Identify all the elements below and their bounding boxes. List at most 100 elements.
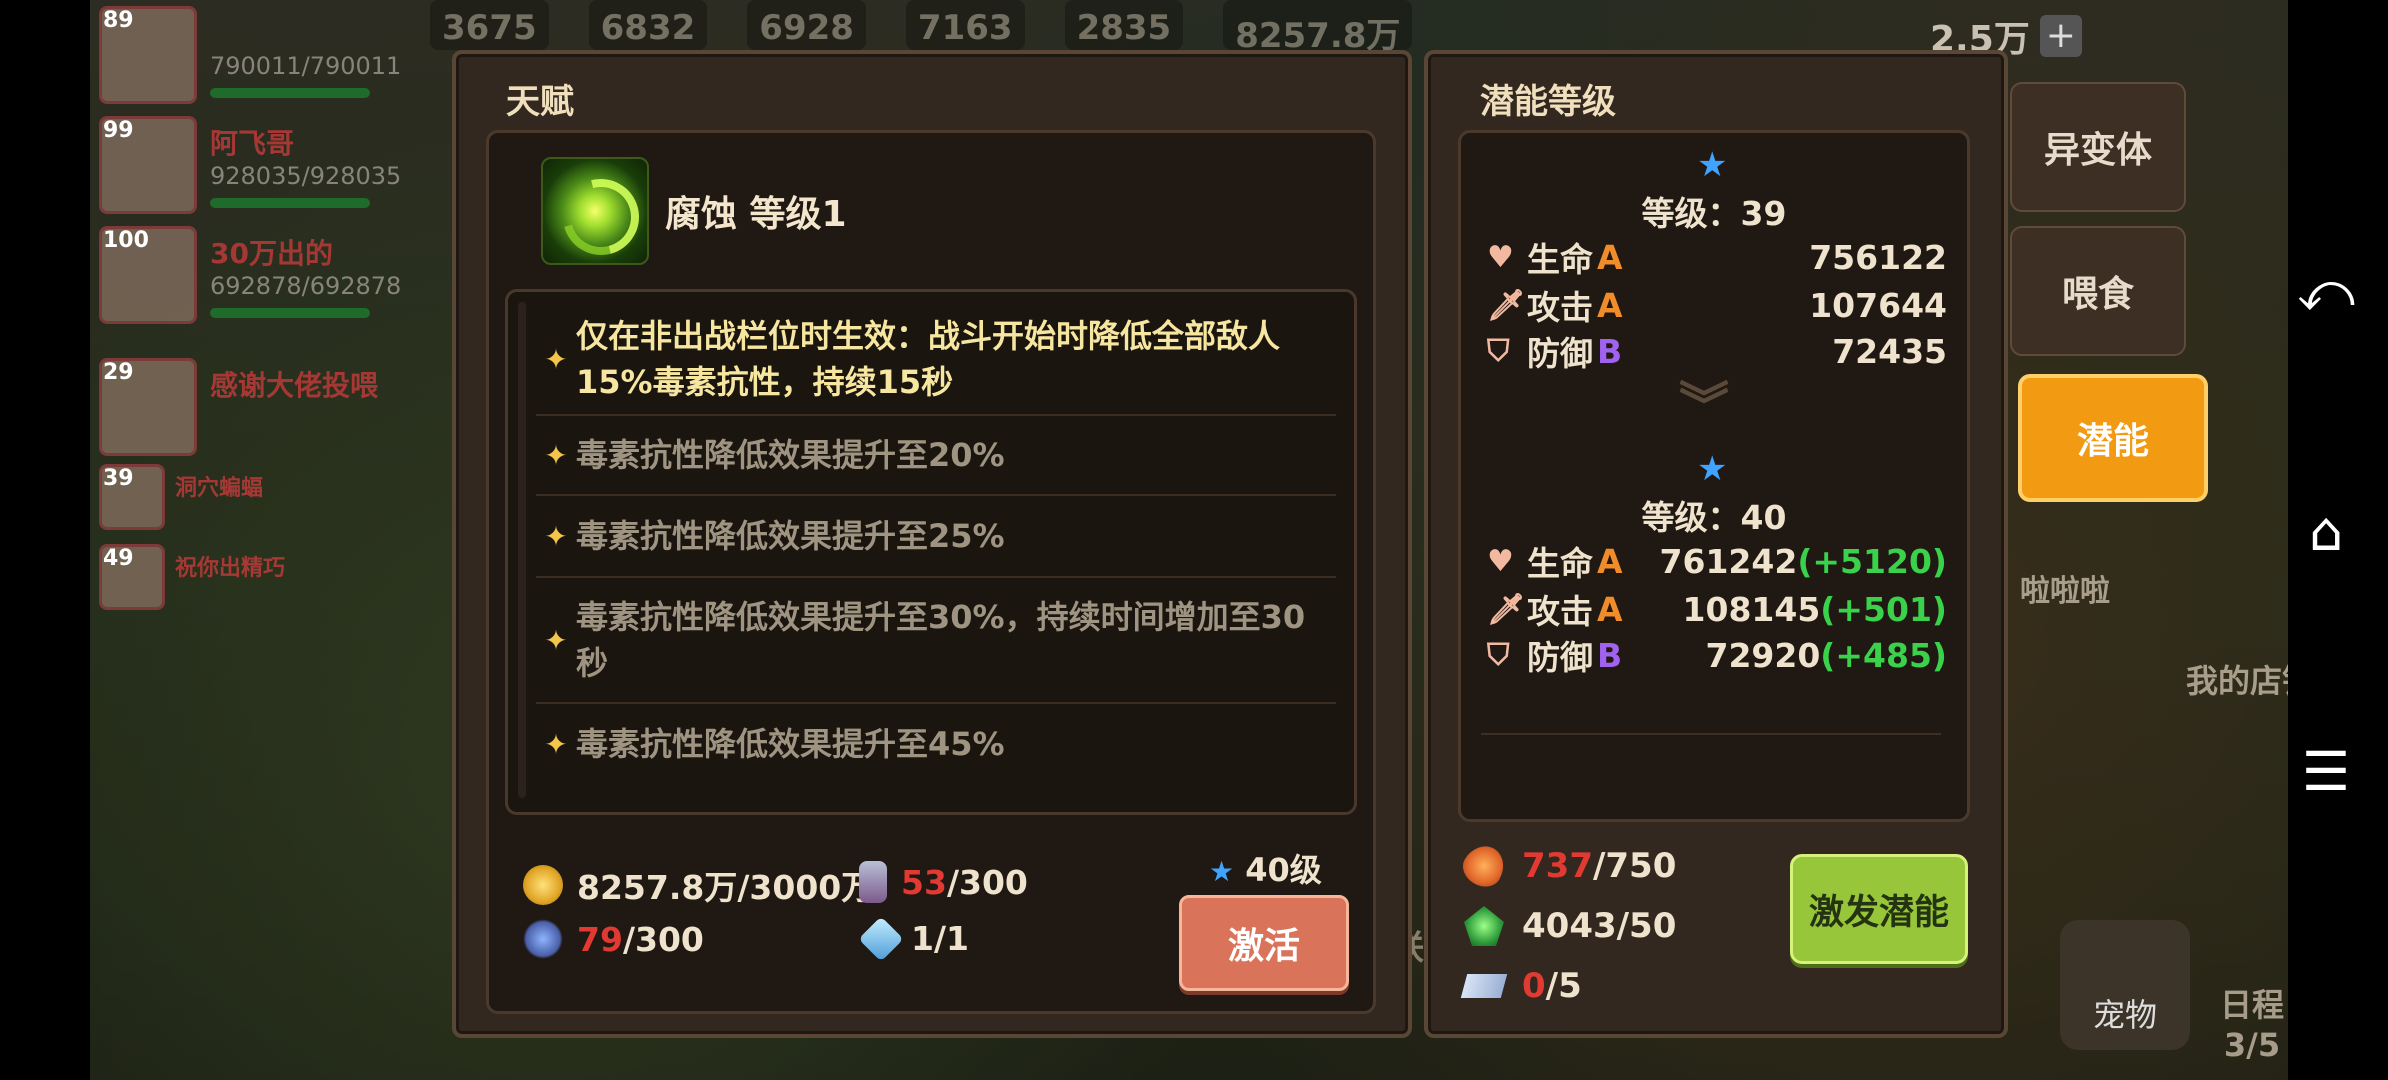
stat-value: 761242 — [1659, 541, 1798, 581]
coin-cost: 8257.8万/3000万 — [523, 861, 874, 909]
hero-name: 阿飞哥 — [210, 127, 295, 160]
crystal-cost: 1/1 — [858, 915, 969, 962]
stat-value: 108145 — [1682, 589, 1821, 629]
stat-row-attack: 🗡 攻击 A 107644 — [1487, 281, 1947, 329]
web-need: /300 — [622, 919, 704, 959]
divider — [1481, 733, 1941, 735]
heart-icon: ♥ — [1487, 543, 1514, 579]
green-crystal-resource: 4043/50 — [1464, 906, 1676, 946]
top-resource-bar: 3675 6832 6928 7163 2835 8257.8万 — [430, 0, 1413, 56]
potion-have: 53 — [901, 862, 947, 902]
sparkle-icon: ✦ — [544, 727, 568, 761]
potential-panel: 潜能等级 ★ 等级：39 ♥ 生命 A 756122 🗡 攻击 A 107644… — [1424, 50, 2008, 1038]
coin-icon — [523, 865, 563, 905]
potion-cost: 53/300 — [859, 861, 1028, 903]
shield-icon: ⛉ — [1487, 333, 1510, 369]
stat-value-next: 761242(+5120) — [1637, 542, 1947, 581]
potential-stats: ★ 等级：39 ♥ 生命 A 756122 🗡 攻击 A 107644 ⛉ 防御… — [1458, 130, 1970, 822]
hero-level: 39 — [103, 466, 134, 491]
sparkle-icon: ✦ — [544, 438, 568, 472]
stat-row-hp-next: ♥ 生命 A 761242(+5120) — [1487, 537, 1947, 585]
ticket-have: 0 — [1522, 966, 1546, 1006]
web-cost: 79/300 — [523, 919, 704, 959]
tab-pet[interactable]: 宠物 — [2060, 920, 2190, 1050]
potential-tab-button[interactable]: 潜能 — [2018, 374, 2208, 502]
star-icon: ★ — [1697, 449, 1728, 489]
current-level: 等级：39 — [1641, 194, 1787, 233]
effect-item: ✦ 毒素抗性降低效果提升至45% — [536, 704, 1336, 784]
hero-level: 99 — [103, 118, 134, 143]
stat-row-attack-next: 🗡 攻击 A 108145(+501) — [1487, 585, 1947, 633]
daily-label: 日程 — [2220, 986, 2285, 1024]
inspire-potential-button[interactable]: 激发潜能 — [1790, 854, 1968, 964]
web-have: 79 — [577, 919, 623, 959]
mutant-button[interactable]: 异变体 — [2010, 82, 2186, 212]
hp-bar — [210, 88, 370, 98]
effect-text: 毒素抗性降低效果提升至25% — [576, 517, 1005, 555]
seed-have: 737 — [1522, 846, 1593, 886]
feed-button[interactable]: 喂食 — [2010, 226, 2186, 356]
heart-icon: ♥ — [1487, 239, 1514, 275]
stat-value: 72435 — [1832, 331, 1947, 371]
add-gems-button[interactable]: + — [2039, 15, 2082, 57]
talent-title: 天赋 — [506, 82, 574, 122]
stat-name: 攻击 — [1527, 288, 1593, 327]
seed-resource: 737/750 — [1456, 838, 1676, 894]
hero-level: 89 — [103, 8, 134, 33]
ticket-icon — [1460, 974, 1508, 998]
resource-value: 6832 — [588, 0, 708, 50]
coin-cost-value: 8257.8万/3000万 — [577, 868, 875, 907]
sparkle-icon: ✦ — [544, 623, 568, 657]
home-icon[interactable]: ⌂ — [2296, 500, 2356, 563]
stat-name: 防御 — [1527, 638, 1593, 677]
swirl-icon — [549, 165, 653, 269]
stat-row-defense-next: ⛉ 防御 B 72920(+485) — [1487, 631, 1947, 679]
scrollbar[interactable] — [518, 302, 526, 798]
stat-delta: (+485) — [1820, 635, 1947, 675]
potion-icon — [859, 861, 887, 903]
hero-name: 祝你出精巧 — [175, 556, 286, 581]
talent-panel: 天赋 腐蚀 等级1 ✦ 仅在非出战栏位时生效：战斗开始时降低全部敌人15%毒素抗… — [452, 50, 1412, 1038]
back-icon[interactable]: ⤺ — [2296, 260, 2356, 324]
corrosion-skill-icon — [541, 157, 653, 269]
stat-delta: (+501) — [1820, 589, 1947, 629]
daily-schedule[interactable]: 日程 3/5 — [2220, 980, 2284, 1064]
hero-hp: 928035/928035 — [210, 162, 402, 190]
stat-name: 生命 — [1527, 544, 1593, 583]
player-name-label: 啦啦啦 — [2020, 574, 2110, 609]
activate-label: 激活 — [1227, 926, 1300, 967]
resource-value: 2835 — [1064, 0, 1184, 50]
activate-button[interactable]: 激活 — [1179, 895, 1349, 991]
hero-level: 100 — [103, 228, 149, 253]
crystal-cost-value: 1/1 — [911, 919, 969, 958]
effect-text: 毒素抗性降低效果提升至30%，持续时间增加至30秒 — [576, 598, 1306, 682]
potential-title: 潜能等级 — [1480, 82, 1616, 122]
star-icon: ★ — [1209, 855, 1235, 888]
stat-value: 72920 — [1705, 635, 1821, 675]
ticket-need: /5 — [1545, 966, 1582, 1006]
effects-list[interactable]: ✦ 仅在非出战栏位时生效：战斗开始时降低全部敌人15%毒素抗性，持续15秒 ✦ … — [505, 289, 1357, 815]
stat-delta: (+5120) — [1797, 541, 1947, 581]
hero-name: 感谢大佬投喂 — [210, 369, 379, 402]
stat-value-next: 108145(+501) — [1637, 590, 1947, 629]
potential-label: 潜能 — [2076, 421, 2149, 462]
potion-need: /300 — [946, 862, 1028, 902]
effect-item: ✦ 毒素抗性降低效果提升至30%，持续时间增加至30秒 — [536, 578, 1336, 704]
seed-icon — [1456, 838, 1512, 894]
green-crystal-icon — [1464, 906, 1504, 946]
crystal-icon — [858, 915, 904, 962]
resource-value: 6928 — [747, 0, 866, 50]
effect-text: 仅在非出战栏位时生效：战斗开始时降低全部敌人15%毒素抗性，持续15秒 — [576, 317, 1281, 401]
stat-row-defense: ⛉ 防御 B 72435 — [1487, 327, 1947, 375]
stat-grade: A — [1597, 541, 1623, 581]
stat-grade: A — [1597, 589, 1623, 629]
effect-item: ✦ 毒素抗性降低效果提升至25% — [536, 496, 1336, 578]
daily-progress: 3/5 — [2223, 1026, 2281, 1064]
menu-icon[interactable]: ☰ — [2296, 740, 2356, 803]
green-crystal-value: 4043/50 — [1522, 906, 1677, 946]
effect-text: 毒素抗性降低效果提升至20% — [576, 436, 1005, 474]
stat-grade: A — [1597, 237, 1623, 277]
effect-item: ✦ 仅在非出战栏位时生效：战斗开始时降低全部敌人15%毒素抗性，持续15秒 — [536, 304, 1336, 416]
stat-name: 攻击 — [1527, 592, 1593, 631]
inspire-label: 激发潜能 — [1808, 892, 1949, 933]
